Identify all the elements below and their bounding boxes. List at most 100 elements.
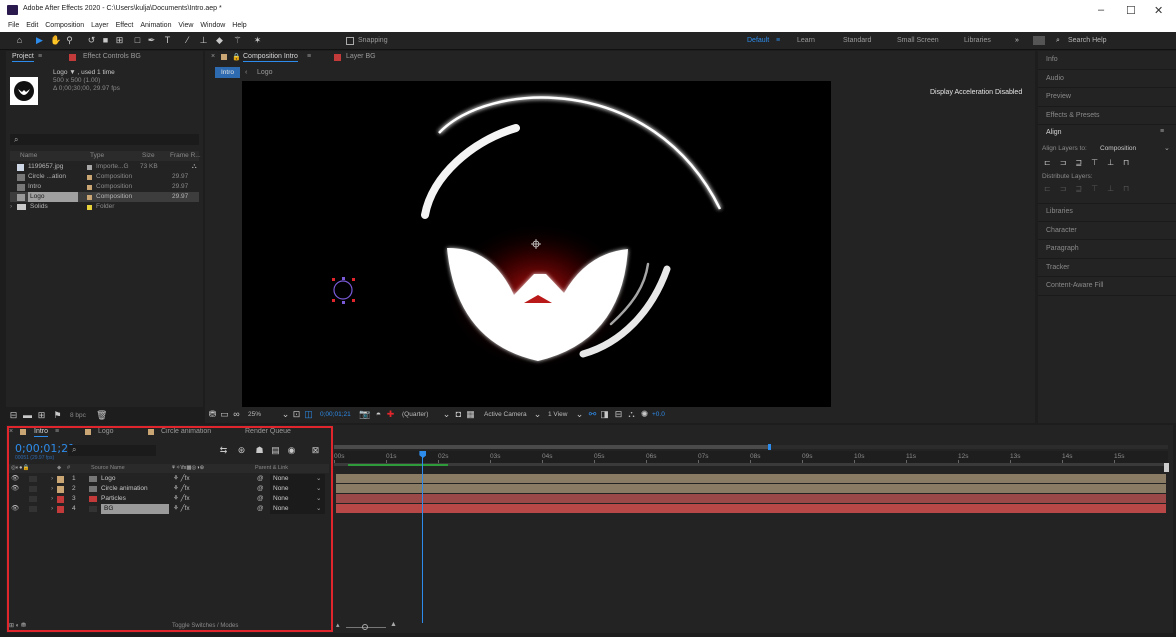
search-icon[interactable]: ⌕ <box>1056 37 1060 45</box>
layer-duration-bar[interactable] <box>336 474 1166 483</box>
eye-icon[interactable]: 👁 <box>11 504 19 514</box>
lock-icon[interactable]: 🔒 <box>232 53 241 61</box>
eraser-tool-icon[interactable]: ◆ <box>214 35 225 46</box>
chevron-down-icon[interactable]: ⌄ <box>316 504 321 514</box>
timeline-icon[interactable]: ⊟ <box>613 409 624 420</box>
panel-effects-presets[interactable]: Effects & Presets <box>1038 107 1176 125</box>
menu-composition[interactable]: Composition <box>45 22 84 29</box>
puppet-tool-icon[interactable]: ✶ <box>252 35 263 46</box>
snapshot-icon[interactable]: 📷 <box>359 409 370 420</box>
panel-content-aware-fill[interactable]: Content-Aware Fill <box>1038 277 1176 296</box>
transparency-grid-icon[interactable]: ▦ <box>465 409 476 420</box>
list-item[interactable]: › Solids Folder <box>10 202 199 212</box>
panel-paragraph[interactable]: Paragraph <box>1038 240 1176 259</box>
list-item[interactable]: 1199657.jpg Importe...G 73 KB ⛬ <box>10 162 199 172</box>
view-layout-dropdown[interactable]: 1 View <box>548 411 567 418</box>
chevron-down-icon[interactable]: ⌄ <box>316 484 321 494</box>
work-area-end-handle[interactable] <box>768 444 771 450</box>
tab-logo[interactable]: Logo <box>98 428 114 435</box>
layer-duration-bar[interactable] <box>336 504 1166 513</box>
composition-mini-flowchart-icon[interactable]: ⇆ <box>218 445 229 456</box>
workspace-libraries[interactable]: Libraries <box>964 37 991 44</box>
layer-label-swatch[interactable] <box>57 486 64 493</box>
panel-menu-icon[interactable]: ≡ <box>38 53 42 60</box>
bit-depth-button[interactable]: 8 bpc <box>70 412 86 419</box>
zoom-slider[interactable]: ▴ ▲ <box>336 621 416 631</box>
fit-icon[interactable]: ⊡ <box>291 409 302 420</box>
draft-3d-icon[interactable]: ⊛ <box>236 445 247 456</box>
search-help-field[interactable]: Search Help <box>1068 37 1107 44</box>
menu-animation[interactable]: Animation <box>140 22 171 29</box>
pen-tool-icon[interactable]: ✒ <box>146 35 157 46</box>
type-tool-icon[interactable]: T <box>162 35 173 46</box>
motion-blur-icon[interactable]: ◉ <box>286 445 297 456</box>
number-column[interactable]: # <box>67 465 70 471</box>
eye-icon[interactable]: 👁 <box>11 484 19 494</box>
brush-tool-icon[interactable]: ⁄ <box>182 35 193 46</box>
timeline-timecode[interactable]: 0;00;01;21 <box>15 442 75 455</box>
pick-whip-icon[interactable]: @ <box>257 494 264 504</box>
eye-icon[interactable]: 👁 <box>11 474 19 484</box>
chevron-down-icon[interactable]: ⌄ <box>316 494 321 504</box>
menu-edit[interactable]: Edit <box>26 22 38 29</box>
more-workspaces-icon[interactable]: » <box>1015 37 1019 44</box>
rectangle-tool-icon[interactable]: □ <box>132 35 143 46</box>
vr-goggles-icon[interactable]: ∞ <box>231 409 242 420</box>
always-preview-icon[interactable]: ⛃ <box>207 409 218 420</box>
tab-circle-animation[interactable]: Circle animation <box>161 428 211 435</box>
new-composition-icon[interactable]: ⊞ <box>36 410 47 421</box>
chevron-right-icon[interactable]: › <box>51 484 53 494</box>
close-button[interactable]: ✕ <box>1154 4 1163 17</box>
maximize-button[interactable]: ☐ <box>1126 4 1136 17</box>
exposure-value[interactable]: +0.0 <box>652 411 665 418</box>
tab-project[interactable]: Project <box>12 53 34 62</box>
layer-switches-toggle-icon[interactable]: ⊞ ◐ ⛃ <box>9 622 26 629</box>
graph-editor-icon[interactable]: ⊠ <box>310 445 321 456</box>
camera-dropdown[interactable]: Active Camera <box>484 411 527 418</box>
work-area-range[interactable] <box>334 445 770 449</box>
layer-switches[interactable]: ⚘ ╱fx <box>173 484 190 494</box>
chevron-right-icon[interactable]: › <box>10 202 12 212</box>
align-buttons-row[interactable]: ⊏⊐⊒⊤⊥⊓ <box>1044 158 1170 168</box>
monitor-icon[interactable]: ▭ <box>219 409 230 420</box>
resolution-dropdown[interactable]: (Quarter) <box>402 411 428 418</box>
zoom-in-icon[interactable]: ▲ <box>390 621 397 628</box>
pick-whip-icon[interactable]: @ <box>257 474 264 484</box>
chevron-down-icon[interactable]: ⌄ <box>532 409 543 420</box>
flowchart-icon[interactable]: ⛬ <box>626 409 637 420</box>
workspace-standard[interactable]: Standard <box>843 37 871 44</box>
exposure-icon[interactable]: ✺ <box>639 409 650 420</box>
title-safe-icon[interactable]: ◫ <box>303 409 314 420</box>
zoom-tool-icon[interactable]: ⚲ <box>64 35 75 46</box>
layer-switches[interactable]: ⚘ ╱fx <box>173 494 190 504</box>
flowchart-icon[interactable]: ⚑ <box>52 410 63 421</box>
align-to-dropdown[interactable]: Composition <box>1100 145 1136 152</box>
table-row[interactable]: 👁 › 2 Circle animation ⚘ ╱fx @ None ⌄ <box>9 484 329 494</box>
zoom-thumb[interactable] <box>362 624 368 630</box>
selected-layer-bounds[interactable] <box>332 277 355 304</box>
toggle-pixel-aspect-icon[interactable]: ⚯ <box>587 409 598 420</box>
chevron-right-icon[interactable]: › <box>51 494 53 504</box>
time-ruler[interactable]: 00s 01s 02s 03s 04s 05s 06s 07s 08s 09s 10s 11s 12s 1… <box>334 451 1168 463</box>
col-parent-link[interactable]: Parent & Link <box>255 465 288 471</box>
chevron-down-icon[interactable]: ⌄ <box>280 409 291 420</box>
layer-switches[interactable]: ⚘ ╱fx <box>173 504 190 514</box>
table-row[interactable]: › 3 Particles ⚘ ╱fx @ None ⌄ <box>9 494 329 504</box>
panel-tracker[interactable]: Tracker <box>1038 259 1176 277</box>
chevron-right-icon[interactable]: › <box>51 504 53 514</box>
menu-help[interactable]: Help <box>232 22 246 29</box>
menu-window[interactable]: Window <box>200 22 225 29</box>
workspace-default[interactable]: Default <box>747 37 769 44</box>
tab-layer-bg[interactable]: Layer BG <box>346 53 376 60</box>
toggle-switches-modes[interactable]: Toggle Switches / Modes <box>172 623 238 629</box>
col-frame-rate[interactable]: Frame R... <box>170 151 201 161</box>
workspace-small-screen[interactable]: Small Screen <box>897 37 939 44</box>
camera-tool-icon[interactable]: ■ <box>100 35 111 46</box>
tab-render-queue[interactable]: Render Queue <box>245 428 291 435</box>
hierarchy-icon[interactable]: ⛬ <box>192 162 197 172</box>
show-snapshot-icon[interactable]: ◓ <box>373 409 384 420</box>
layer-duration-bar[interactable] <box>336 494 1166 503</box>
panel-menu-icon[interactable]: ≡ <box>55 428 59 435</box>
panel-menu-icon[interactable]: ≡ <box>307 53 311 60</box>
panel-info[interactable]: Info <box>1038 51 1176 70</box>
